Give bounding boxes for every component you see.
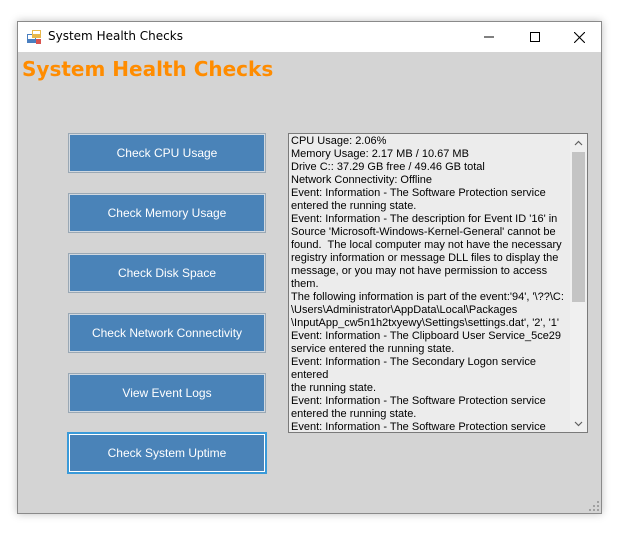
scrollbar-thumb[interactable]	[572, 152, 585, 302]
chevron-down-icon	[574, 421, 583, 426]
check-memory-usage-button[interactable]: Check Memory Usage	[69, 194, 265, 232]
check-disk-space-button[interactable]: Check Disk Space	[69, 254, 265, 292]
resize-grip-icon[interactable]	[589, 501, 599, 511]
close-icon	[573, 31, 585, 43]
check-system-uptime-button[interactable]: Check System Uptime	[69, 434, 265, 472]
scroll-down-button[interactable]	[570, 415, 587, 432]
vertical-scrollbar[interactable]	[570, 134, 587, 432]
check-cpu-usage-button[interactable]: Check CPU Usage	[69, 134, 265, 172]
page-heading: System Health Checks	[22, 57, 274, 81]
results-text: CPU Usage: 2.06% Memory Usage: 2.17 MB /…	[291, 135, 564, 433]
scroll-up-button[interactable]	[570, 134, 587, 151]
close-button[interactable]	[556, 22, 602, 52]
maximize-icon	[530, 32, 540, 42]
title-bar[interactable]: System Health Checks	[18, 22, 601, 52]
app-icon	[27, 30, 41, 44]
chevron-up-icon	[574, 140, 583, 145]
window-title: System Health Checks	[48, 29, 183, 43]
results-textbox[interactable]: CPU Usage: 2.06% Memory Usage: 2.17 MB /…	[288, 133, 588, 433]
maximize-button[interactable]	[512, 22, 558, 52]
view-event-logs-button[interactable]: View Event Logs	[69, 374, 265, 412]
minimize-button[interactable]	[466, 22, 512, 52]
app-window: System Health Checks System Health Check…	[17, 21, 602, 514]
check-network-connectivity-button[interactable]: Check Network Connectivity	[69, 314, 265, 352]
minimize-icon	[484, 36, 494, 38]
